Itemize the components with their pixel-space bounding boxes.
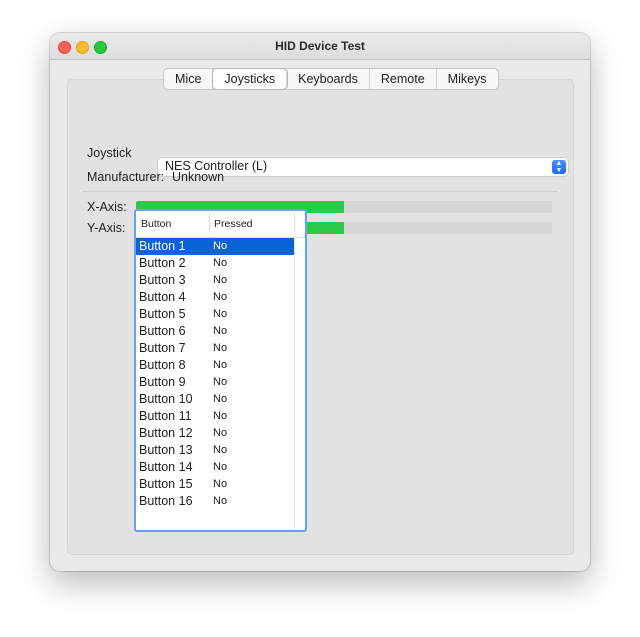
- tab-remote[interactable]: Remote: [370, 69, 437, 89]
- tab-content: Joystick NES Controller (L) ▲ ▼ Manufactu…: [67, 79, 574, 555]
- pressed-cell: No: [213, 359, 228, 371]
- table-row[interactable]: Button 10 No: [136, 391, 294, 408]
- tab-bar: Mice Joysticks Keyboards Remote Mikeys: [163, 68, 499, 90]
- separator: [82, 191, 558, 192]
- pressed-cell: No: [213, 495, 228, 507]
- table-row[interactable]: Button 3 No: [136, 272, 294, 289]
- table-row[interactable]: Button 5 No: [136, 306, 294, 323]
- pressed-cell: No: [213, 291, 228, 303]
- table-row[interactable]: Button 11 No: [136, 408, 294, 425]
- window-title: HID Device Test: [275, 39, 365, 53]
- title-bar[interactable]: HID Device Test: [50, 33, 590, 60]
- button-table[interactable]: Button Pressed Button 1 No Button 2 No Butto…: [134, 209, 307, 532]
- table-row[interactable]: Button 15 No: [136, 476, 294, 493]
- manufacturer-value: Unknown: [172, 170, 225, 184]
- table-row[interactable]: Button 4 No: [136, 289, 294, 306]
- table-row[interactable]: Button 1 No: [136, 238, 294, 255]
- pressed-cell: No: [213, 257, 228, 269]
- pressed-cell: No: [213, 274, 228, 286]
- table-row[interactable]: Button 7 No: [136, 340, 294, 357]
- pressed-cell: No: [213, 308, 228, 320]
- button-name-cell: Button 6: [139, 324, 186, 338]
- table-row[interactable]: Button 6 No: [136, 323, 294, 340]
- tab-mice[interactable]: Mice: [164, 69, 214, 89]
- button-name-cell: Button 8: [139, 358, 186, 372]
- column-divider: [294, 213, 295, 233]
- table-row[interactable]: Button 9 No: [136, 374, 294, 391]
- pressed-cell: No: [213, 325, 228, 337]
- pressed-cell: No: [213, 444, 228, 456]
- table-header: Button Pressed: [136, 211, 305, 238]
- table-row[interactable]: Button 8 No: [136, 357, 294, 374]
- chevron-updown-icon: ▲ ▼: [552, 160, 566, 174]
- pressed-cell: No: [213, 410, 228, 422]
- button-name-cell: Button 10: [139, 392, 193, 406]
- button-name-cell: Button 2: [139, 256, 186, 270]
- button-name-cell: Button 16: [139, 494, 193, 508]
- pressed-cell: No: [213, 393, 228, 405]
- y-axis-label: Y-Axis:: [87, 221, 126, 235]
- table-row[interactable]: Button 2 No: [136, 255, 294, 272]
- joystick-label: Joystick: [87, 146, 132, 160]
- button-name-cell: Button 5: [139, 307, 186, 321]
- table-row[interactable]: Button 13 No: [136, 442, 294, 459]
- button-name-cell: Button 13: [139, 443, 193, 457]
- tab-joysticks[interactable]: Joysticks: [213, 69, 288, 89]
- x-axis-label: X-Axis:: [87, 200, 127, 214]
- button-name-cell: Button 1: [139, 239, 186, 253]
- button-name-cell: Button 11: [139, 409, 192, 423]
- button-name-cell: Button 4: [139, 290, 186, 304]
- pressed-cell: No: [213, 461, 228, 473]
- table-row[interactable]: Button 12 No: [136, 425, 294, 442]
- table-body: Button 1 No Button 2 No Button 3 No Button 4 No…: [136, 238, 294, 510]
- manufacturer-label: Manufacturer:: [87, 170, 165, 184]
- main-window: HID Device Test Mice Joysticks Keyboards…: [50, 33, 590, 571]
- button-name-cell: Button 9: [139, 375, 186, 389]
- table-column-edge: [294, 237, 295, 530]
- tab-mikeys[interactable]: Mikeys: [437, 69, 498, 89]
- pressed-cell: No: [213, 376, 228, 388]
- button-name-cell: Button 12: [139, 426, 193, 440]
- button-name-cell: Button 14: [139, 460, 193, 474]
- pressed-cell: No: [213, 427, 228, 439]
- pressed-cell: No: [213, 478, 228, 490]
- tab-keyboards[interactable]: Keyboards: [287, 69, 370, 89]
- column-header-pressed[interactable]: Pressed: [214, 218, 253, 230]
- button-name-cell: Button 3: [139, 273, 186, 287]
- column-header-button[interactable]: Button: [141, 218, 171, 230]
- table-row[interactable]: Button 16 No: [136, 493, 294, 510]
- column-divider: [209, 213, 210, 233]
- pressed-cell: No: [213, 342, 228, 354]
- button-name-cell: Button 7: [139, 341, 186, 355]
- button-name-cell: Button 15: [139, 477, 193, 491]
- pressed-cell: No: [213, 240, 228, 252]
- table-row[interactable]: Button 14 No: [136, 459, 294, 476]
